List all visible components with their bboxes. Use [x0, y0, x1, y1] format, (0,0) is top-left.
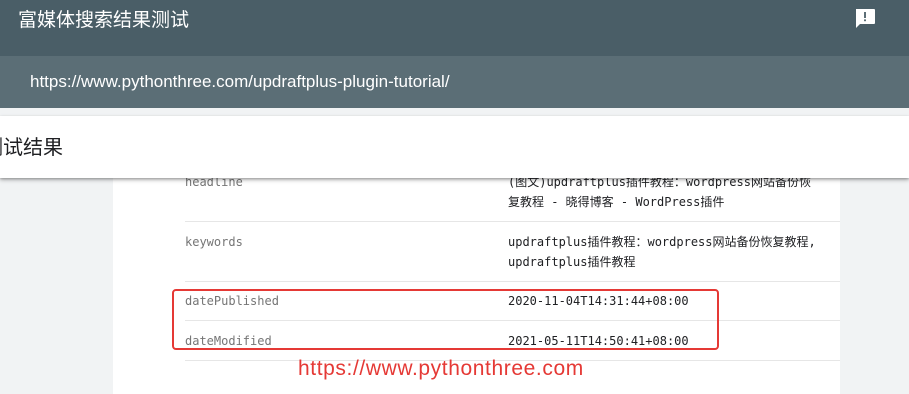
property-key: keywords: [185, 235, 243, 249]
property-row-headline: headline (图文)updraftplus插件教程：wordpress网站…: [185, 172, 840, 222]
header-bar: 富媒体搜索结果测试 https://www.pythonthree.com/up…: [0, 0, 909, 108]
tested-url[interactable]: https://www.pythonthree.com/updraftplus-…: [30, 70, 450, 94]
feedback-button[interactable]: [852, 6, 878, 32]
test-results-heading: 测试结果: [0, 135, 63, 159]
watermark-url: https://www.pythonthree.com: [298, 357, 584, 380]
property-row-keywords: keywords updraftplus插件教程：wordpress网站备份恢复…: [185, 232, 840, 282]
property-value: updraftplus插件教程：wordpress网站备份恢复教程,updraf…: [508, 235, 816, 269]
app-title: 富媒体搜索结果测试: [18, 9, 190, 31]
feedback-icon: [856, 9, 875, 28]
date-highlight-box: [172, 289, 719, 350]
url-strip: https://www.pythonthree.com/updraftplus-…: [0, 56, 909, 108]
test-results-card: 测试结果: [0, 116, 909, 178]
property-value: (图文)updraftplus插件教程：wordpress网站备份恢复教程 - …: [508, 175, 811, 209]
